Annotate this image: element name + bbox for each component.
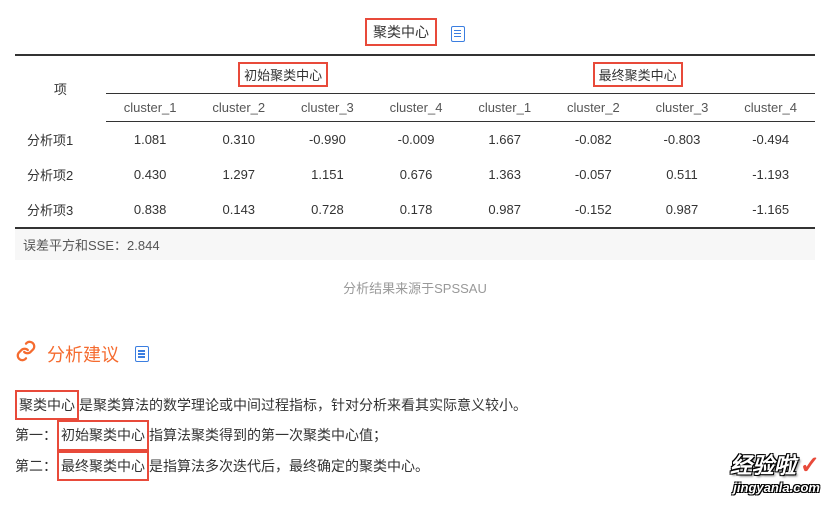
cell: -0.057 bbox=[549, 157, 638, 192]
sub-header: cluster_3 bbox=[283, 94, 372, 122]
cell: 0.676 bbox=[372, 157, 461, 192]
advice-line-1: 聚类中心是聚类算法的数学理论或中间过程指标，针对分析来看其实际意义较小。 bbox=[15, 390, 815, 421]
sub-header: cluster_4 bbox=[726, 94, 815, 122]
cell: 0.987 bbox=[638, 192, 727, 228]
check-icon: ✓ bbox=[800, 452, 820, 479]
advice-text: 指算法聚类得到的第一次聚类中心值； bbox=[149, 427, 387, 443]
doc-icon[interactable] bbox=[135, 345, 149, 362]
row-label: 分析项1 bbox=[15, 122, 106, 157]
table-row: 分析项1 1.081 0.310 -0.990 -0.009 1.667 -0.… bbox=[15, 122, 815, 157]
table-row: 分析项3 0.838 0.143 0.728 0.178 0.987 -0.15… bbox=[15, 192, 815, 228]
cell: -1.165 bbox=[726, 192, 815, 228]
advice-prefix: 第一： bbox=[15, 427, 57, 443]
advice-title: 分析建议 bbox=[47, 341, 119, 367]
cell: 0.838 bbox=[106, 192, 195, 228]
cell: 1.363 bbox=[460, 157, 549, 192]
cell: 0.143 bbox=[194, 192, 283, 228]
advice-prefix: 第二： bbox=[15, 458, 57, 474]
header-sub-row: cluster_1 cluster_2 cluster_3 cluster_4 … bbox=[15, 94, 815, 122]
sub-header: cluster_4 bbox=[372, 94, 461, 122]
sub-header: cluster_2 bbox=[549, 94, 638, 122]
cell: 0.310 bbox=[194, 122, 283, 157]
sub-header: cluster_1 bbox=[106, 94, 195, 122]
group-final-label: 最终聚类中心 bbox=[593, 62, 683, 87]
advice-line-2: 第一：初始聚类中心指算法聚类得到的第一次聚类中心值； bbox=[15, 420, 815, 451]
cell: -0.082 bbox=[549, 122, 638, 157]
group-initial-label: 初始聚类中心 bbox=[238, 62, 328, 87]
cell: 1.667 bbox=[460, 122, 549, 157]
table-row: 分析项2 0.430 1.297 1.151 0.676 1.363 -0.05… bbox=[15, 157, 815, 192]
cell: -0.009 bbox=[372, 122, 461, 157]
header-group-row: 项 初始聚类中心 最终聚类中心 bbox=[15, 55, 815, 94]
cell: 1.151 bbox=[283, 157, 372, 192]
sub-header: cluster_2 bbox=[194, 94, 283, 122]
row-header: 项 bbox=[15, 55, 106, 122]
doc-icon[interactable] bbox=[451, 25, 465, 42]
sub-header: cluster_3 bbox=[638, 94, 727, 122]
cell: -0.803 bbox=[638, 122, 727, 157]
highlight-final: 最终聚类中心 bbox=[57, 451, 149, 482]
cell: 1.297 bbox=[194, 157, 283, 192]
group-final: 最终聚类中心 bbox=[460, 55, 815, 94]
highlight-cluster-center: 聚类中心 bbox=[15, 390, 79, 421]
cell: 0.178 bbox=[372, 192, 461, 228]
table-title: 聚类中心 bbox=[365, 18, 437, 46]
sse-text: 误差平方和SSE：2.844 bbox=[15, 229, 815, 260]
cell: -0.152 bbox=[549, 192, 638, 228]
watermark-main: 经验啦 bbox=[730, 448, 796, 480]
cell: -1.193 bbox=[726, 157, 815, 192]
sub-header: cluster_1 bbox=[460, 94, 549, 122]
cell: 0.511 bbox=[638, 157, 727, 192]
row-label: 分析项2 bbox=[15, 157, 106, 192]
source-text: 分析结果来源于SPSSAU bbox=[15, 260, 815, 315]
advice-text: 是聚类算法的数学理论或中间过程指标，针对分析来看其实际意义较小。 bbox=[79, 397, 527, 413]
cell: 1.081 bbox=[106, 122, 195, 157]
cell: 0.987 bbox=[460, 192, 549, 228]
group-initial: 初始聚类中心 bbox=[106, 55, 461, 94]
advice-title-row: 分析建议 bbox=[15, 340, 815, 368]
advice-section: 分析建议 聚类中心是聚类算法的数学理论或中间过程指标，针对分析来看其实际意义较小… bbox=[15, 340, 815, 482]
cell: -0.990 bbox=[283, 122, 372, 157]
watermark: 经验啦✓ jingyanla.com bbox=[730, 448, 820, 495]
advice-line-3: 第二：最终聚类中心是指算法多次迭代后，最终确定的聚类中心。 bbox=[15, 451, 815, 482]
link-icon bbox=[15, 340, 37, 368]
highlight-initial: 初始聚类中心 bbox=[57, 420, 149, 451]
cell: 0.430 bbox=[106, 157, 195, 192]
cell: -0.494 bbox=[726, 122, 815, 157]
cluster-table: 项 初始聚类中心 最终聚类中心 cluster_1 cluster_2 clus… bbox=[15, 54, 815, 229]
row-label: 分析项3 bbox=[15, 192, 106, 228]
watermark-sub: jingyanla.com bbox=[730, 480, 820, 495]
advice-content: 聚类中心是聚类算法的数学理论或中间过程指标，针对分析来看其实际意义较小。 第一：… bbox=[15, 390, 815, 482]
table-title-row: 聚类中心 bbox=[15, 10, 815, 54]
advice-text: 是指算法多次迭代后，最终确定的聚类中心。 bbox=[149, 458, 429, 474]
cell: 0.728 bbox=[283, 192, 372, 228]
